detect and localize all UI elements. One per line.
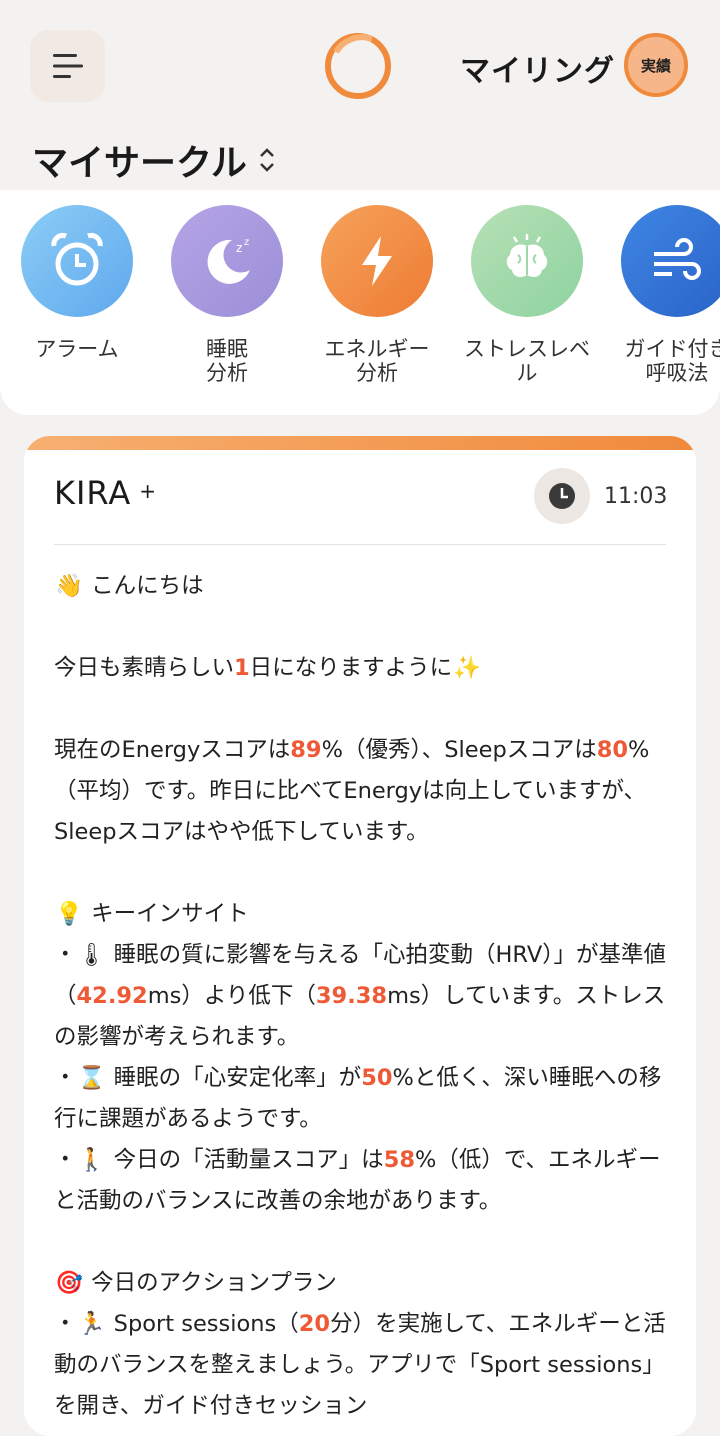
target-icon: 🎯 bbox=[54, 1270, 83, 1296]
achievement-badge[interactable]: 実績 bbox=[624, 33, 688, 97]
score-summary: 現在のEnergyスコアは89%（優秀）、Sleepスコアは80%（平均）です。… bbox=[54, 730, 670, 853]
insight-text: 睡眠の「心安定化率」が bbox=[113, 1065, 362, 1091]
kira-plus: + bbox=[139, 479, 158, 503]
sparkles-icon: ✨ bbox=[453, 655, 482, 681]
my-circle-selector[interactable]: マイサークル bbox=[32, 134, 277, 186]
wind-icon bbox=[621, 205, 720, 317]
insight-title-text: キーインサイト bbox=[91, 901, 249, 927]
stability-value: 50 bbox=[361, 1065, 393, 1091]
hourglass-icon: ⌛ bbox=[77, 1065, 106, 1091]
circle-stress-level[interactable]: ストレスレベ ル bbox=[452, 205, 602, 385]
svg-text:z: z bbox=[236, 241, 242, 255]
kira-title: KIRA + bbox=[54, 474, 157, 512]
message-time: 11:03 bbox=[604, 484, 668, 509]
hrv-current-value: 39.38 bbox=[315, 983, 388, 1009]
menu-button[interactable] bbox=[30, 30, 105, 102]
greeting-line: 👋 こんにちは bbox=[54, 566, 670, 607]
wish-number: 1 bbox=[234, 655, 250, 681]
activity-value: 58 bbox=[383, 1147, 415, 1173]
circle-energy-analysis[interactable]: エネルギー 分析 bbox=[302, 205, 452, 385]
running-person-icon: 🏃 bbox=[77, 1311, 106, 1337]
svg-text:z: z bbox=[244, 237, 249, 248]
my-ring-label[interactable]: マイリング bbox=[460, 46, 615, 90]
sort-chevron-icon bbox=[260, 148, 274, 172]
card-accent-bar bbox=[24, 436, 696, 450]
circle-label: ストレスレベ ル bbox=[464, 337, 590, 385]
walking-person-icon: 🚶 bbox=[77, 1147, 106, 1173]
insight-text: 今日の「活動量スコア」は bbox=[113, 1147, 384, 1173]
hrv-base-value: 42.92 bbox=[76, 983, 148, 1009]
circle-sleep-analysis[interactable]: zz 睡眠 分析 bbox=[152, 205, 302, 385]
moon-sleep-icon: zz bbox=[171, 205, 283, 317]
insight-text: ms）より低下（ bbox=[147, 983, 316, 1009]
circle-label: エネルギー 分析 bbox=[324, 337, 430, 385]
greeting-text: こんにちは bbox=[91, 573, 204, 599]
kira-message-body: 👋 こんにちは 今日も素晴らしい1日になりますように✨ 現在のEnergyスコア… bbox=[54, 566, 670, 1427]
score-text: %（優秀）、Sleepスコアは bbox=[321, 737, 597, 763]
score-text: 現在のEnergyスコアは bbox=[54, 737, 291, 763]
wish-text: 日になりますように bbox=[249, 655, 453, 681]
brain-icon bbox=[471, 205, 583, 317]
circle-label: ガイド付き 呼吸法 bbox=[624, 337, 720, 385]
sleep-score-value: 80 bbox=[596, 737, 629, 763]
circle-shortcuts: アラーム zz 睡眠 分析 エネルギー 分析 ストレスレベ ル ガイド付き 呼吸… bbox=[0, 190, 720, 415]
plan-title: 🎯 今日のアクションプラン bbox=[54, 1263, 670, 1304]
insight-item: ・🌡 睡眠の質に影響を与える「心拍変動（HRV）」が基準値（42.92ms）より… bbox=[54, 935, 670, 1058]
plan-item: ・🏃 Sport sessions（20分）を実施して、エネルギーと活動のバラン… bbox=[54, 1304, 670, 1427]
app-logo bbox=[325, 33, 391, 99]
thermometer-icon: 🌡 bbox=[77, 942, 106, 968]
circle-guided-breathing[interactable]: ガイド付き 呼吸法 bbox=[602, 205, 720, 385]
lightbulb-icon: 💡 bbox=[54, 901, 83, 927]
waving-hand-icon: 👋 bbox=[54, 573, 83, 599]
insight-item: ・🚶 今日の「活動量スコア」は58%（低）で、エネルギーと活動のバランスに改善の… bbox=[54, 1140, 670, 1222]
menu-icon bbox=[52, 54, 83, 78]
sport-minutes-value: 20 bbox=[298, 1311, 331, 1337]
kira-title-text: KIRA bbox=[54, 474, 132, 512]
insight-title: 💡 キーインサイト bbox=[54, 894, 670, 935]
plan-title-text: 今日のアクションプラン bbox=[91, 1270, 337, 1296]
circle-label: アラーム bbox=[35, 337, 119, 361]
alarm-clock-icon bbox=[21, 205, 133, 317]
app-header: マイリング 実績 bbox=[0, 0, 720, 130]
wish-text: 今日も素晴らしい bbox=[54, 655, 235, 681]
circle-alarm[interactable]: アラーム bbox=[2, 205, 152, 361]
my-circle-title: マイサークル bbox=[32, 143, 247, 184]
plan-text: Sport sessions（ bbox=[113, 1311, 299, 1337]
divider bbox=[54, 544, 666, 545]
energy-score-value: 89 bbox=[290, 737, 322, 763]
clock-icon bbox=[534, 468, 590, 524]
wish-line: 今日も素晴らしい1日になりますように✨ bbox=[54, 648, 670, 689]
lightning-icon bbox=[321, 205, 433, 317]
kira-message-card: KIRA + 11:03 👋 こんにちは 今日も素晴らしい1日になりますように✨ … bbox=[24, 436, 696, 1436]
insight-item: ・⌛ 睡眠の「心安定化率」が50%と低く、深い睡眠への移行に課題があるようです。 bbox=[54, 1058, 670, 1140]
circle-label: 睡眠 分析 bbox=[206, 337, 248, 385]
